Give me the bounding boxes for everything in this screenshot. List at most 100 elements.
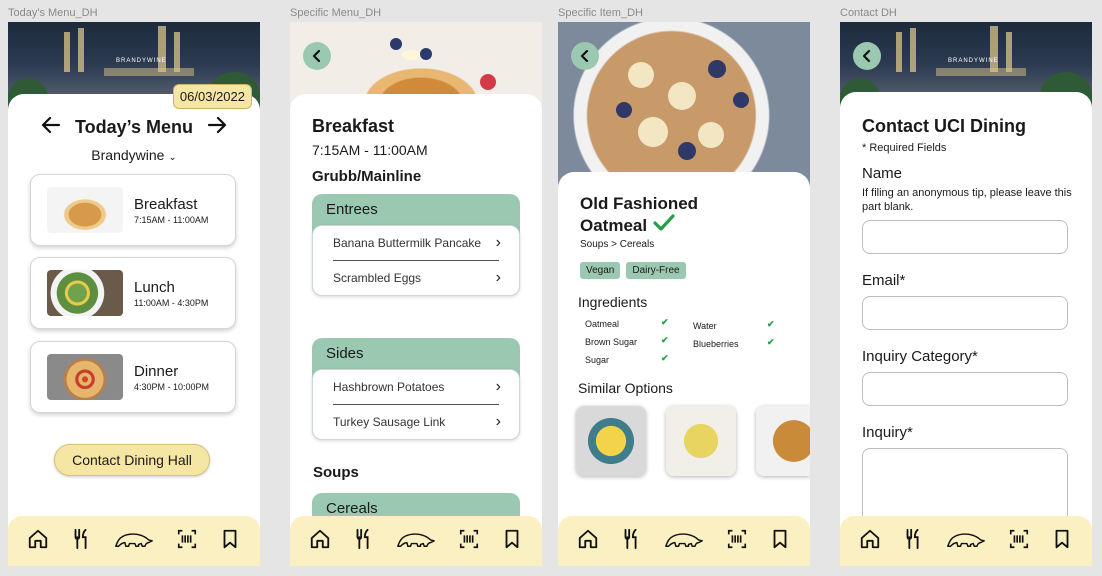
home-icon[interactable] (859, 528, 881, 555)
frame-label: Contact DH (840, 7, 897, 19)
utensils-icon[interactable] (620, 528, 642, 555)
email-field[interactable] (862, 296, 1068, 330)
menu-item-row[interactable]: Hashbrown Potatoes › (313, 370, 519, 404)
bottom-nav (290, 516, 542, 566)
checkmark-icon: ✔ (767, 337, 775, 347)
previous-day-arrow-icon[interactable] (41, 116, 61, 138)
meal-name: Lunch (134, 279, 175, 296)
barcode-scan-icon[interactable] (726, 528, 748, 555)
bookmark-icon[interactable] (1051, 528, 1073, 555)
meal-name: Breakfast (134, 196, 198, 213)
inquiry-category-field[interactable] (862, 372, 1068, 406)
content-card (8, 94, 260, 566)
similar-option-hashbrown[interactable] (756, 406, 810, 476)
menu-item-name: Scrambled Eggs (333, 271, 422, 285)
inquiry-category-label: Inquiry Category* (862, 348, 978, 365)
similar-options-heading: Similar Options (578, 380, 673, 396)
specific-menu-screen: Breakfast 7:15AM - 11:00AM Grubb/Mainlin… (290, 22, 542, 566)
date-badge: 06/03/2022 (172, 84, 252, 109)
required-note: * Required Fields (862, 142, 947, 154)
home-icon[interactable] (577, 528, 599, 555)
bookmark-icon[interactable] (769, 528, 791, 555)
meal-name: Dinner (134, 363, 179, 380)
section-title: Entrees (326, 201, 378, 218)
anteater-icon[interactable] (664, 528, 704, 555)
similar-option-scrambled-eggs[interactable] (576, 406, 646, 476)
ingredient: Water (693, 321, 717, 331)
menu-item-row[interactable]: Banana Buttermilk Pancake › (313, 226, 519, 260)
frame-label: Specific Item_DH (558, 7, 643, 19)
similar-option-omelette[interactable] (666, 406, 736, 476)
inquiry-label: Inquiry* (862, 424, 913, 441)
tag-dairy-free: Dairy-Free (626, 262, 686, 279)
section-title: Sides (326, 345, 364, 362)
frame-label: Specific Menu_DH (290, 7, 382, 19)
meal-card-dinner[interactable]: Dinner 4:30PM - 10:00PM (30, 341, 236, 413)
page-title: Contact UCI Dining (862, 116, 1026, 136)
bookmark-icon[interactable] (219, 528, 241, 555)
name-field[interactable] (862, 220, 1068, 254)
back-button[interactable] (853, 42, 881, 70)
bottom-nav (840, 516, 1092, 566)
specific-item-screen: Old Fashioned Oatmeal Soups > Cereals Ve… (558, 22, 810, 566)
ingredient: Blueberries (693, 339, 739, 349)
checkmark-icon: ✔ (661, 317, 669, 327)
meal-card-lunch[interactable]: Lunch 11:00AM - 4:30PM (30, 257, 236, 329)
meal-time: 11:00AM - 4:30PM (134, 298, 209, 308)
menu-item-row[interactable]: Turkey Sausage Link › (333, 404, 501, 439)
home-icon[interactable] (27, 528, 49, 555)
salad-image (47, 270, 123, 316)
utensils-icon[interactable] (352, 528, 374, 555)
chevron-down-icon: ⌄ (168, 152, 177, 163)
name-hint: If filing an anonymous tip, please leave… (862, 187, 1072, 213)
ingredient: Oatmeal (585, 319, 620, 329)
page-title: Today’s Menu (74, 116, 193, 137)
soups-heading: Soups (313, 464, 359, 481)
anteater-icon[interactable] (946, 528, 986, 555)
building-sign: BRANDYWINE (116, 58, 167, 64)
barcode-scan-icon[interactable] (458, 528, 480, 555)
barcode-scan-icon[interactable] (176, 528, 198, 555)
meal-card-breakfast[interactable]: Breakfast 7:15AM - 11:00AM (30, 174, 236, 246)
contact-screen: BRANDYWINE Contact UCI Dining * Required… (840, 22, 1092, 566)
bottom-nav (8, 516, 260, 566)
home-icon[interactable] (309, 528, 331, 555)
chevron-right-icon: › (495, 269, 501, 286)
meal-hours: 7:15AM - 11:00AM (312, 142, 428, 158)
next-day-arrow-icon[interactable] (207, 116, 227, 138)
checkmark-icon (653, 214, 675, 237)
bottom-nav (558, 516, 810, 566)
dining-hall-dropdown[interactable]: Brandywine ⌄ (8, 147, 260, 163)
checkmark-icon: ✔ (661, 335, 669, 345)
anteater-icon[interactable] (396, 528, 436, 555)
item-category: Soups > Cereals (580, 239, 655, 250)
item-title-line2: Oatmeal (580, 215, 648, 235)
utensils-icon[interactable] (902, 528, 924, 555)
tag-vegan: Vegan (580, 262, 621, 279)
building-sign: BRANDYWINE (948, 58, 999, 64)
chevron-right-icon: › (495, 378, 501, 395)
menu-item-name: Hashbrown Potatoes (333, 380, 445, 394)
menu-item-row[interactable]: Scrambled Eggs › (333, 260, 501, 295)
menu-header: Today’s Menu (8, 116, 260, 138)
checkmark-icon: ✔ (767, 319, 775, 329)
anteater-icon[interactable] (114, 528, 154, 555)
back-button[interactable] (571, 42, 599, 70)
pizza-image (47, 354, 123, 400)
barcode-scan-icon[interactable] (1008, 528, 1030, 555)
ingredient: Brown Sugar (585, 337, 638, 347)
todays-menu-screen: BRANDYWINE 06/03/2022 Today’s Menu Brand… (8, 22, 260, 566)
email-label: Email* (862, 272, 906, 289)
ingredient: Sugar (585, 355, 610, 365)
utensils-icon[interactable] (70, 528, 92, 555)
ingredients-heading: Ingredients (578, 294, 648, 310)
back-button[interactable] (303, 42, 331, 70)
meal-time: 7:15AM - 11:00AM (134, 215, 209, 225)
chevron-right-icon: › (495, 234, 501, 251)
checkmark-icon: ✔ (661, 353, 669, 363)
item-title-line1: Old Fashioned (580, 194, 699, 213)
bookmark-icon[interactable] (501, 528, 523, 555)
contact-dining-hall-button[interactable]: Contact Dining Hall (54, 444, 210, 476)
section-entrees: Entrees Banana Buttermilk Pancake › Scra… (312, 194, 520, 296)
pancake-image (47, 187, 123, 233)
